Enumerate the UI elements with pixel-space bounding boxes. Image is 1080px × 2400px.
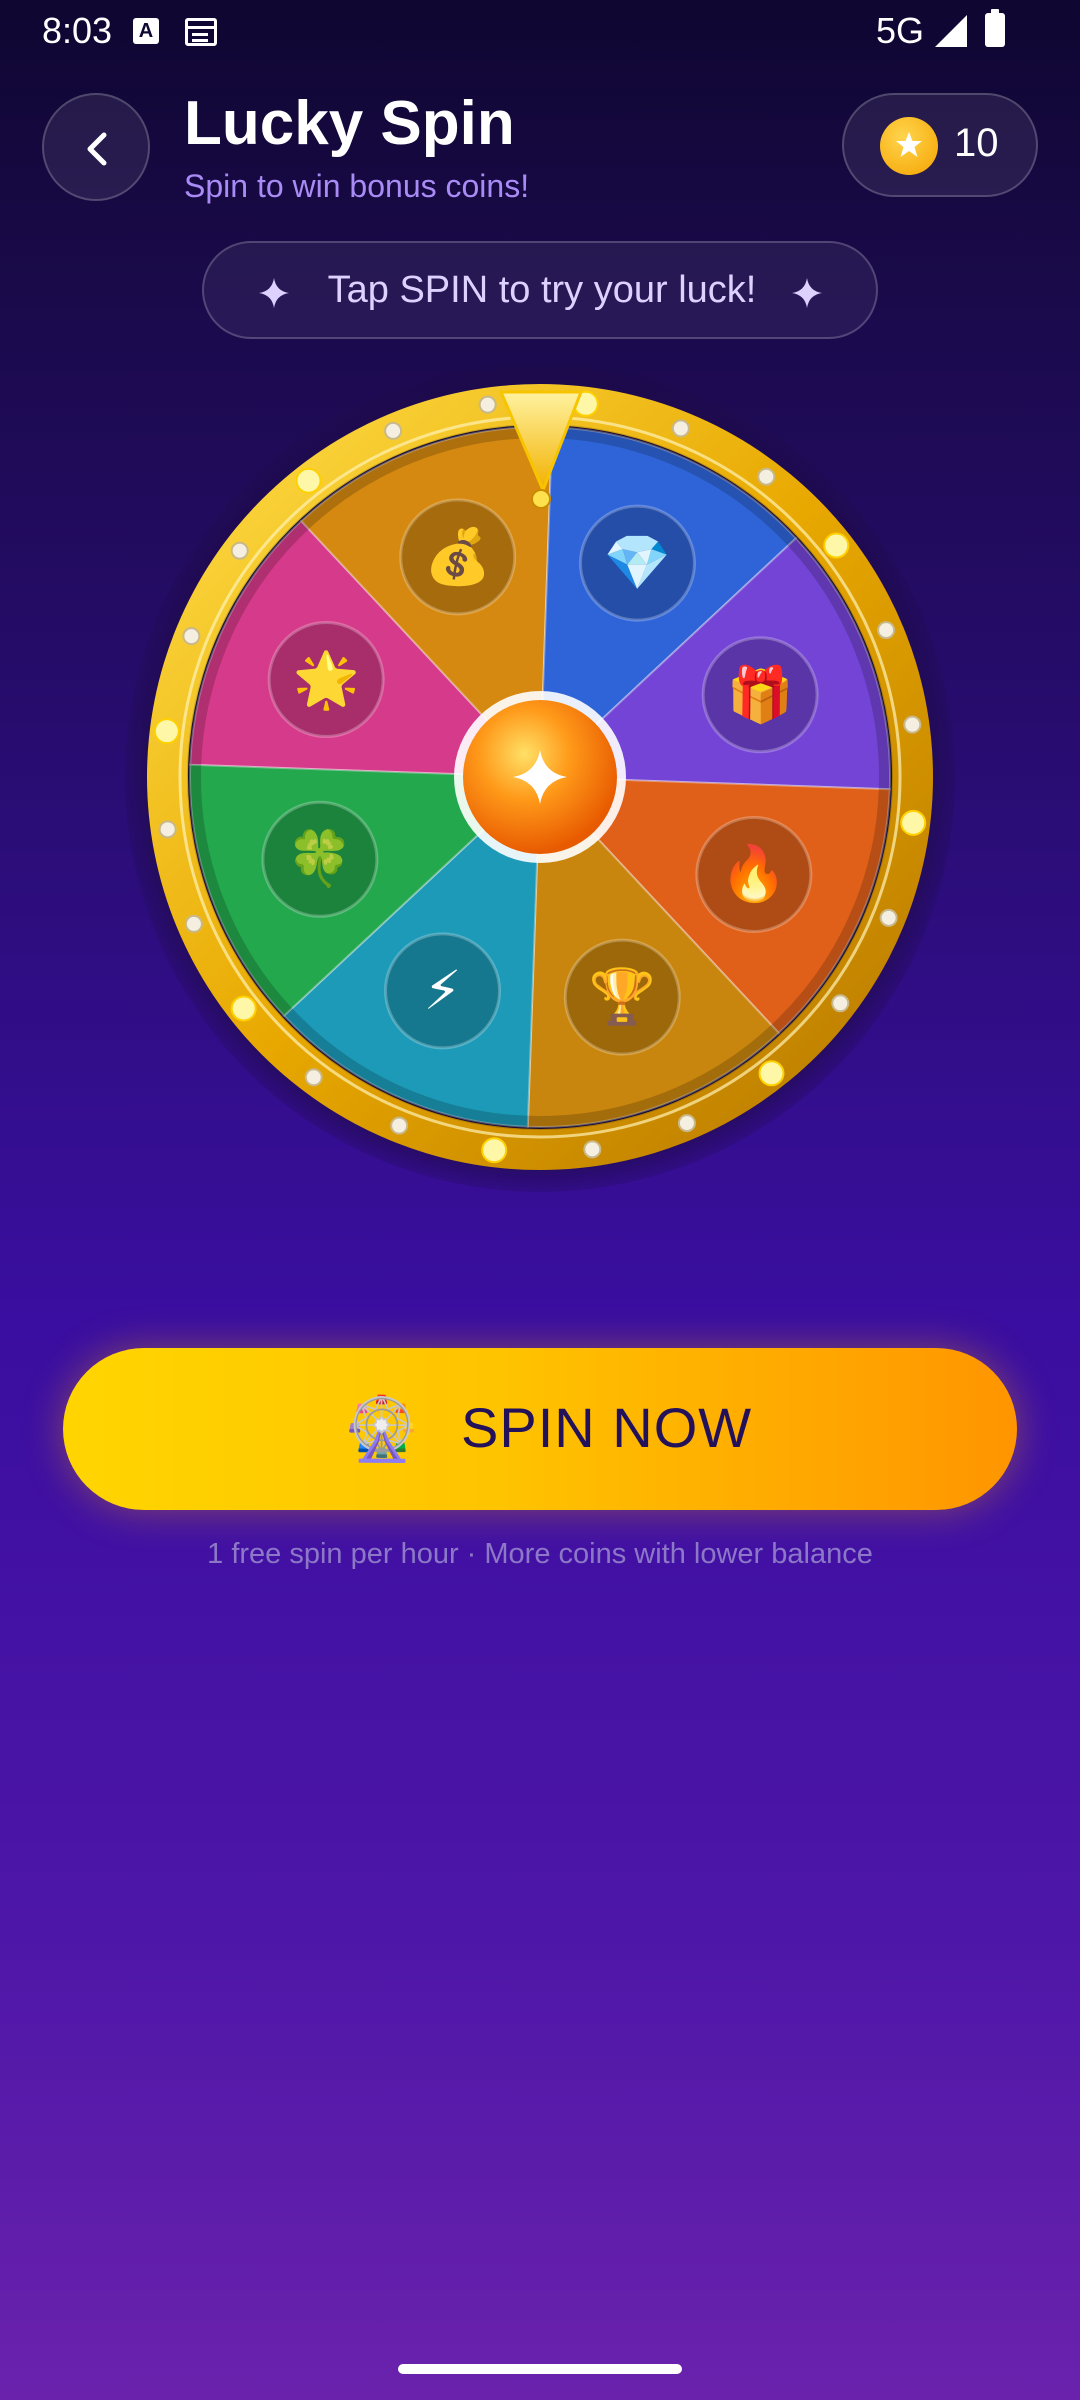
page-subtitle: Spin to win bonus coins! <box>184 168 530 204</box>
rim-light <box>390 1116 409 1135</box>
coin-icon <box>880 117 938 175</box>
network-type: 5G <box>876 10 925 51</box>
back-button[interactable] <box>42 93 150 201</box>
rim-light <box>671 419 690 438</box>
rim-light <box>153 718 180 745</box>
ferris-wheel-icon: 🎡 <box>343 1392 421 1465</box>
wheel-graphic <box>125 362 955 1192</box>
rim-light <box>230 995 257 1022</box>
rim-light <box>481 1137 508 1164</box>
battery-icon <box>985 9 1005 47</box>
rim-light <box>903 715 922 734</box>
spin-now-button[interactable]: 🎡 SPIN NOW <box>63 1348 1017 1510</box>
prize-wheel[interactable]: 🌟 💰 💎 🎁 🔥 🏆 ⚡ 🍀 <box>125 362 955 1192</box>
fire-icon: 🔥 <box>720 842 788 906</box>
rim-light <box>879 908 898 927</box>
spin-info-note: 1 free spin per hour · More coins with l… <box>207 1538 873 1570</box>
clover-icon: 🍀 <box>286 827 354 891</box>
status-time: 8:03 <box>42 10 113 51</box>
rim-light <box>900 809 927 836</box>
signal-icon <box>935 15 967 47</box>
rim-light <box>384 421 403 440</box>
rim-light <box>478 395 497 414</box>
rim-light <box>823 532 850 559</box>
rim-light <box>831 994 850 1013</box>
gift-icon: 🎁 <box>726 662 794 726</box>
rim-light <box>158 820 177 839</box>
rim-light <box>182 627 201 646</box>
sparkle-icon <box>792 278 822 308</box>
keyboard-notification-icon: A <box>133 18 159 44</box>
rim-light <box>758 1060 785 1087</box>
coin-count: 10 <box>954 121 999 165</box>
trophy-icon: 🏆 <box>588 965 656 1029</box>
coin-balance-badge[interactable]: 10 <box>842 93 1038 197</box>
chevron-left-icon <box>87 132 107 166</box>
home-indicator[interactable] <box>398 2364 682 2374</box>
rim-light <box>295 467 322 494</box>
calendar-notification-icon <box>185 18 217 46</box>
diamond-icon: 💎 <box>603 531 672 595</box>
page-title: Lucky Spin <box>184 89 515 158</box>
star-icon: 🌟 <box>292 647 360 711</box>
hint-banner: Tap SPIN to try your luck! <box>202 241 878 339</box>
rim-light <box>757 467 776 486</box>
rim-light <box>184 914 203 933</box>
hint-text: Tap SPIN to try your luck! <box>327 269 757 311</box>
rim-light <box>877 621 896 640</box>
money-bag-icon: 💰 <box>424 524 492 588</box>
rim-light <box>583 1140 602 1159</box>
rim-light <box>677 1114 696 1133</box>
status-bar: 8:03 A 5G <box>0 0 1080 64</box>
spin-button-label: SPIN NOW <box>461 1396 753 1459</box>
rim-light <box>304 1068 323 1087</box>
lightning-icon: ⚡ <box>423 958 462 1022</box>
rim-light <box>230 541 249 560</box>
